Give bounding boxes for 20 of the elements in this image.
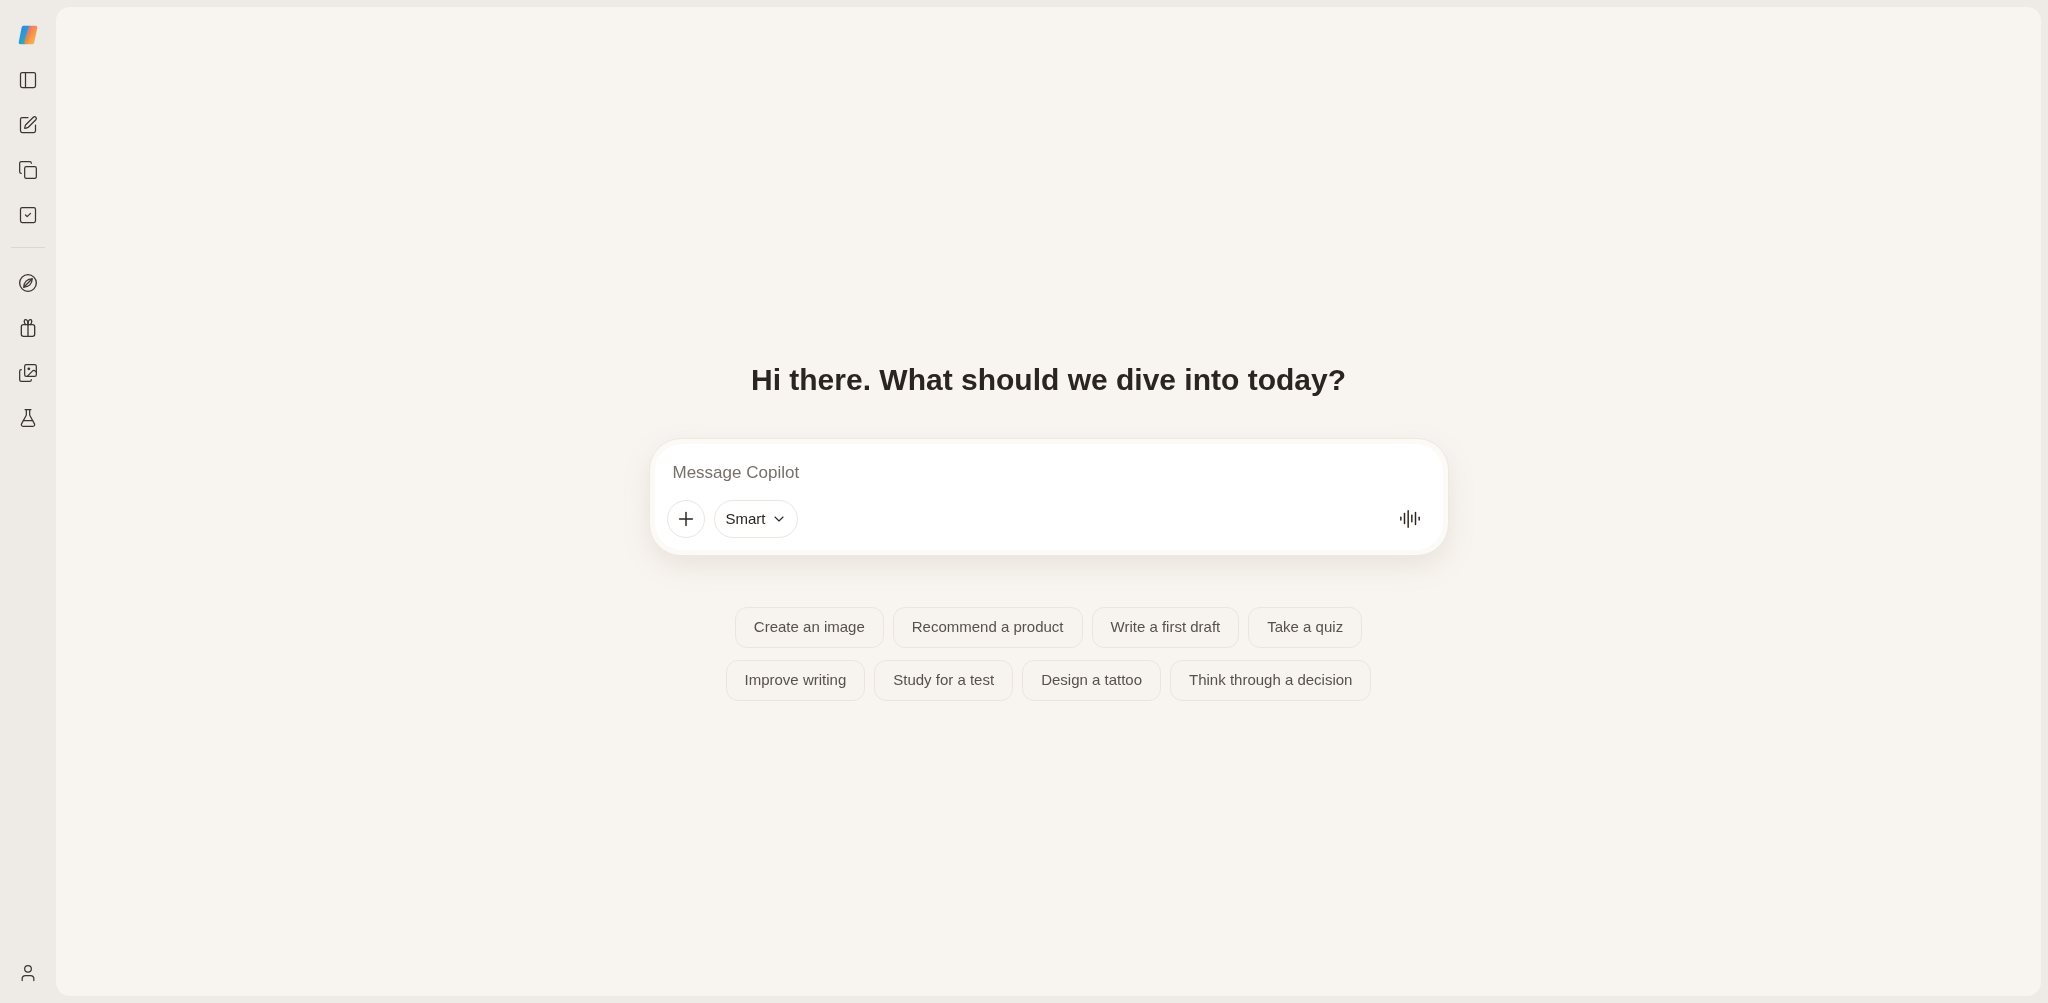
- message-input[interactable]: Message Copilot: [672, 460, 1431, 486]
- circle-leaf-icon: [18, 273, 38, 293]
- suggestion-chip[interactable]: Design a tattoo: [1022, 660, 1162, 701]
- suggestion-chip[interactable]: Recommend a product: [892, 607, 1083, 648]
- flask-icon: [18, 408, 38, 428]
- greeting-heading: Hi there. What should we dive into today?: [750, 362, 1346, 398]
- logo-icon: [17, 24, 39, 46]
- overlapping-squares-icon: [18, 160, 38, 180]
- suggestion-chip[interactable]: Study for a test: [874, 660, 1014, 701]
- suggestion-chip[interactable]: Write a first draft: [1091, 607, 1240, 648]
- checkbox-icon: [18, 205, 38, 225]
- compose-icon: [18, 115, 38, 135]
- suggestion-chip[interactable]: Think through a decision: [1170, 660, 1372, 701]
- suggestion-chip[interactable]: Create an image: [734, 607, 884, 648]
- panel-icon: [18, 70, 38, 90]
- sound-wave-icon: [1398, 508, 1421, 530]
- suggestion-chip[interactable]: Improve writing: [725, 660, 866, 701]
- suggestion-chip[interactable]: Take a quiz: [1248, 607, 1363, 648]
- gift-box-icon: [18, 318, 38, 338]
- images-icon: [18, 363, 38, 383]
